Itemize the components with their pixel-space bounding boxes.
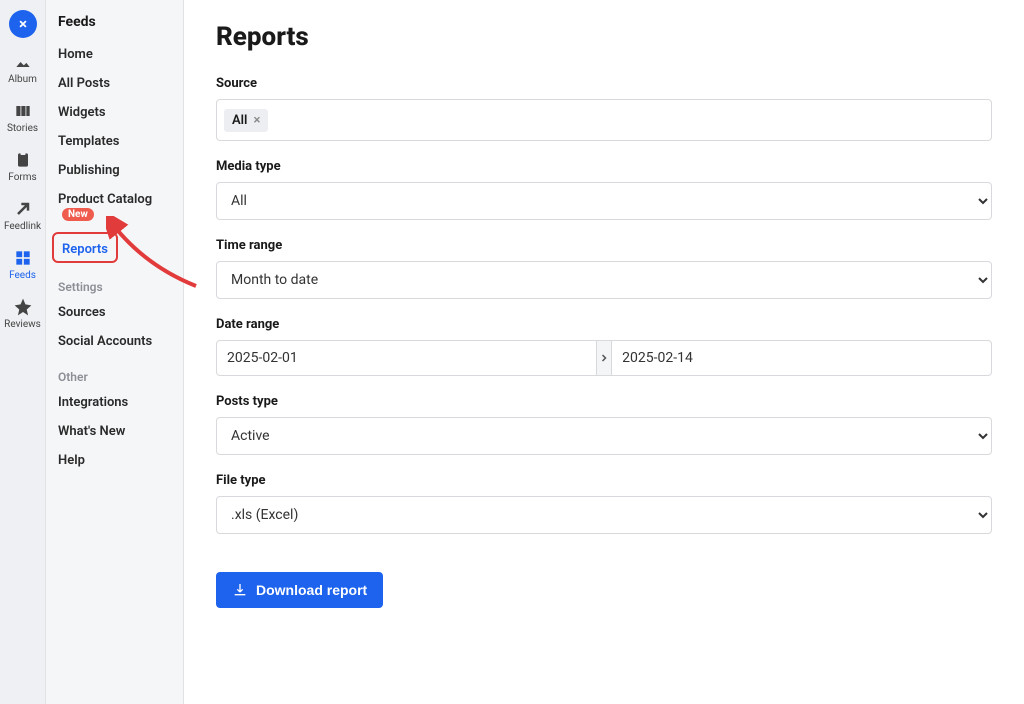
sidebar-item-socialaccounts[interactable]: Social Accounts	[46, 327, 183, 356]
source-label: Source	[216, 76, 992, 91]
poststype-select[interactable]: Active	[216, 417, 992, 455]
rail-label: Stories	[7, 123, 38, 134]
source-input[interactable]: All ×	[216, 99, 992, 141]
sidebar-item-reports[interactable]: Reports	[62, 242, 108, 257]
mediatype-select[interactable]: All	[216, 182, 992, 220]
chip-label: All	[232, 113, 247, 128]
sidebar-title: Feeds	[46, 14, 183, 40]
sidebar-item-reports-highlight: Reports	[52, 232, 118, 263]
star-icon	[13, 297, 33, 317]
rail-label: Album	[8, 74, 37, 85]
rail-label: Feedlink	[4, 221, 41, 232]
new-badge: New	[62, 208, 94, 221]
sidebar-item-productcatalog[interactable]: Product Catalog New	[46, 185, 183, 229]
rail-label: Forms	[8, 172, 36, 183]
arrow-up-right-icon	[13, 199, 33, 219]
main-content: Reports Source All × Media type All Time…	[184, 0, 1024, 704]
rail-forms[interactable]: Forms	[0, 150, 45, 183]
source-chip: All ×	[224, 109, 268, 132]
rail-feeds[interactable]: Feeds	[0, 248, 45, 281]
app-logo[interactable]	[9, 10, 37, 38]
date-separator	[597, 340, 611, 376]
mediatype-label: Media type	[216, 159, 992, 174]
timerange-select[interactable]: Month to date	[216, 261, 992, 299]
button-label: Download report	[256, 582, 367, 598]
poststype-label: Posts type	[216, 394, 992, 409]
sidebar-item-sources[interactable]: Sources	[46, 298, 183, 327]
sidebar-item-home[interactable]: Home	[46, 40, 183, 69]
rail-feedlink[interactable]: Feedlink	[0, 199, 45, 232]
image-icon	[13, 52, 33, 72]
sidebar-section-other: Other	[46, 356, 183, 388]
sidebar-item-whatsnew[interactable]: What's New	[46, 417, 183, 446]
download-report-button[interactable]: Download report	[216, 572, 383, 608]
sidebar-item-help[interactable]: Help	[46, 446, 183, 475]
sidebar: Feeds Home All Posts Widgets Templates P…	[46, 0, 184, 704]
sidebar-item-allposts[interactable]: All Posts	[46, 69, 183, 98]
timerange-label: Time range	[216, 238, 992, 253]
rail-album[interactable]: Album	[0, 52, 45, 85]
rail-stories[interactable]: Stories	[0, 101, 45, 134]
clipboard-icon	[13, 150, 33, 170]
grid-icon	[13, 248, 33, 268]
daterange-label: Date range	[216, 317, 992, 332]
date-to-input[interactable]	[611, 340, 992, 376]
page-title: Reports	[216, 22, 992, 52]
icon-rail: Album Stories Forms Feedlink Feeds Revie…	[0, 0, 46, 704]
sidebar-item-templates[interactable]: Templates	[46, 127, 183, 156]
stories-icon	[13, 101, 33, 121]
sidebar-item-widgets[interactable]: Widgets	[46, 98, 183, 127]
sidebar-item-integrations[interactable]: Integrations	[46, 388, 183, 417]
sidebar-section-settings: Settings	[46, 266, 183, 298]
filetype-select[interactable]: .xls (Excel)	[216, 496, 992, 534]
filetype-label: File type	[216, 473, 992, 488]
rail-label: Reviews	[4, 319, 41, 330]
chevron-right-icon	[598, 352, 610, 364]
chip-remove-icon[interactable]: ×	[253, 113, 260, 128]
date-from-input[interactable]	[216, 340, 597, 376]
rail-label: Feeds	[9, 270, 36, 281]
sidebar-item-label: Product Catalog	[58, 192, 152, 207]
download-icon	[232, 582, 248, 598]
rail-reviews[interactable]: Reviews	[0, 297, 45, 330]
sidebar-item-publishing[interactable]: Publishing	[46, 156, 183, 185]
